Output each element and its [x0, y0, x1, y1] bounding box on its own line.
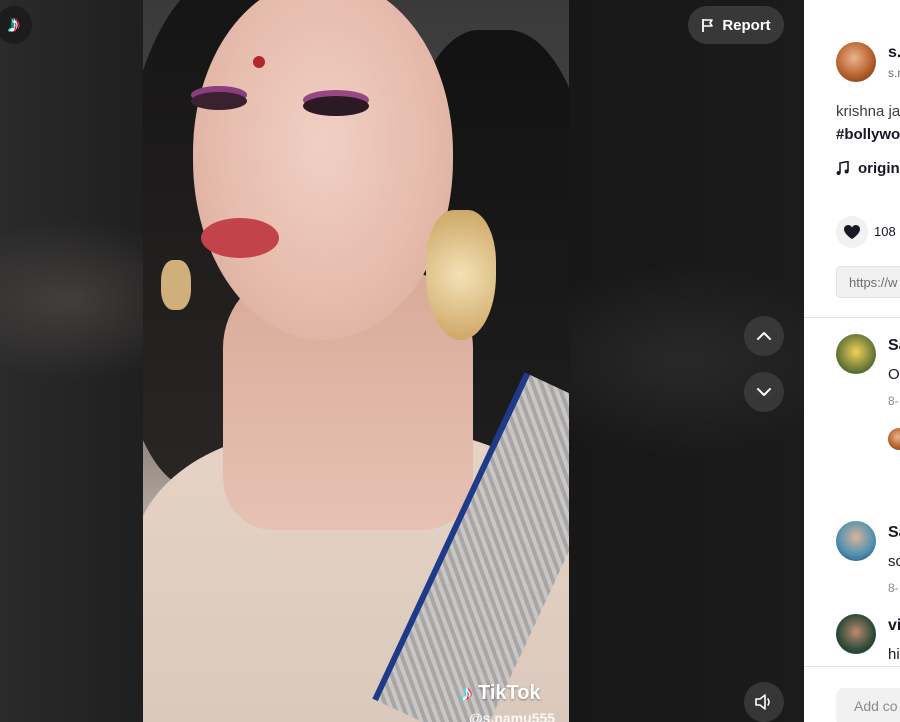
video-watermark: ♪ TikTok — [461, 680, 541, 706]
video-frame-shape — [426, 210, 496, 340]
video-frame-shape — [191, 92, 247, 110]
volume-icon — [755, 694, 770, 710]
next-video-button[interactable] — [744, 372, 784, 412]
author-handle[interactable]: s.n — [888, 66, 900, 80]
author-name[interactable]: s. — [888, 44, 900, 62]
watermark-handle: @s.namu555 — [469, 710, 556, 722]
video-stage: ♪ ♪ TikTok @s.namu555 Report — [0, 0, 804, 722]
post-caption: krishna ja — [836, 103, 900, 120]
comment-input[interactable]: Add co — [836, 688, 900, 722]
video-frame-shape — [303, 96, 369, 116]
video-player[interactable]: ♪ TikTok @s.namu555 — [143, 0, 569, 722]
commenter-avatar[interactable] — [836, 521, 876, 561]
watermark-brand: TikTok — [478, 681, 541, 704]
comment-text: sc — [888, 553, 900, 570]
report-button[interactable]: Report — [688, 6, 784, 44]
hashtag-link[interactable]: #bollywo — [836, 126, 900, 143]
music-title: origin — [858, 160, 900, 177]
chevron-down-icon — [757, 388, 771, 396]
comment-placeholder: Add co — [854, 698, 898, 714]
commenter-name[interactable]: vi — [888, 617, 900, 635]
comment-text: O — [888, 366, 900, 383]
commenter-name[interactable]: Sa — [888, 524, 900, 542]
reply-avatar[interactable] — [888, 428, 900, 450]
link-url: https://w — [849, 275, 898, 290]
commenter-name[interactable]: Sa — [888, 337, 900, 355]
commenter-avatar[interactable] — [836, 614, 876, 654]
previous-video-button[interactable] — [744, 316, 784, 356]
chevron-up-icon — [757, 332, 771, 340]
divider — [804, 317, 900, 318]
like-count: 108 — [874, 224, 896, 239]
music-note-icon — [836, 161, 849, 175]
comment-meta: 8- — [888, 394, 899, 408]
comment-text: hi — [888, 646, 900, 663]
tiktok-note-icon: ♪ — [461, 680, 472, 705]
heart-icon — [844, 225, 860, 239]
video-frame-shape — [161, 260, 191, 310]
report-label: Report — [722, 16, 771, 34]
link-copy-field[interactable]: https://w — [836, 266, 900, 298]
comment-meta: 8- — [888, 581, 899, 595]
video-frame-shape — [201, 218, 279, 258]
music-link[interactable]: origin — [836, 160, 900, 177]
video-frame-shape — [253, 56, 265, 68]
volume-button[interactable] — [744, 682, 784, 722]
like-button[interactable] — [836, 216, 868, 248]
details-panel: s. s.n krishna ja #bollywo origin 108 ht… — [804, 0, 900, 722]
flag-icon — [702, 18, 714, 32]
author-avatar[interactable] — [836, 42, 876, 82]
commenter-avatar[interactable] — [836, 334, 876, 374]
